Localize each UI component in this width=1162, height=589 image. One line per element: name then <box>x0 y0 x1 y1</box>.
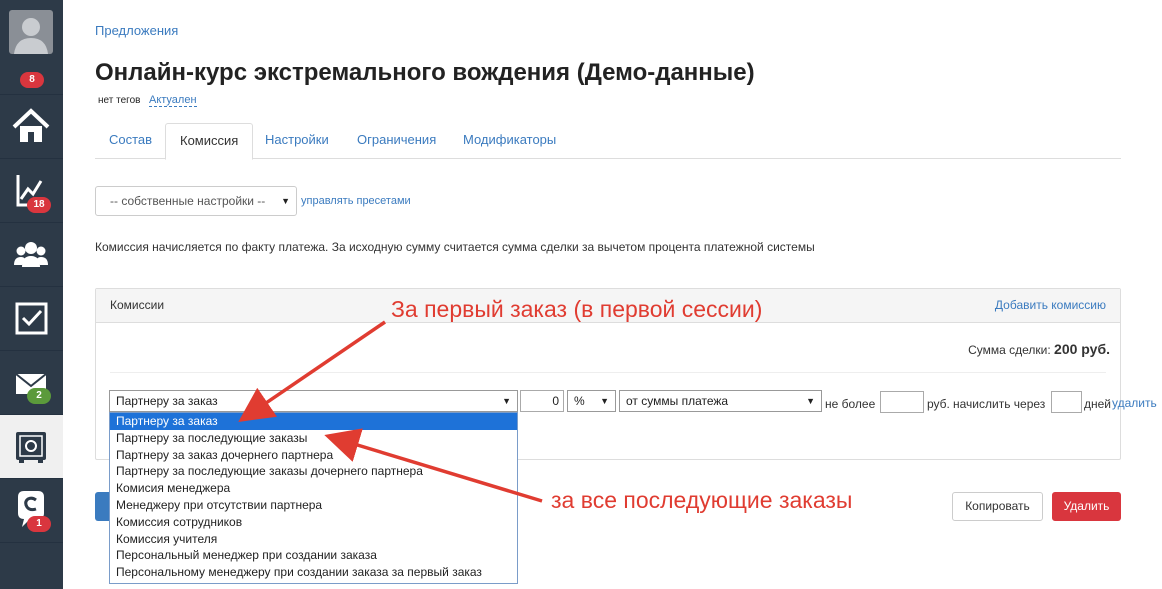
arrow-subsequent-orders <box>324 428 543 503</box>
arrow-first-order <box>238 320 386 422</box>
annotation-subsequent-orders: за все последующие заказы <box>551 487 853 513</box>
annotation-first-order: За первый заказ (в первой сессии) <box>391 296 763 322</box>
